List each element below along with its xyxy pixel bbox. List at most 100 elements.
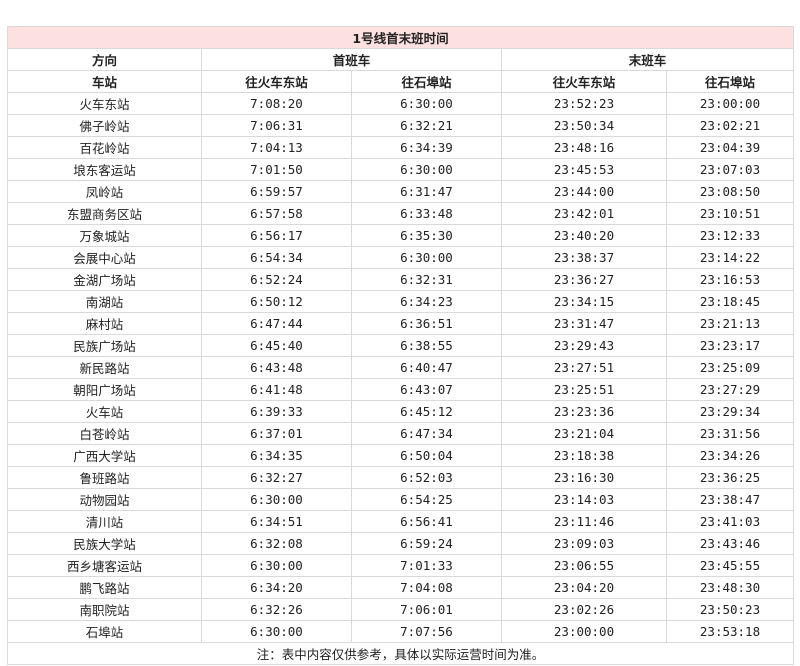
table-row: 会展中心站 6:54:34 6:30:00 23:38:37 23:14:22	[7, 246, 795, 269]
table-row: 万象城站 6:56:17 6:35:30 23:40:20 23:12:33	[7, 224, 795, 247]
cell-last-dir-b: 23:21:13	[665, 312, 795, 335]
cell-station: 埌东客运站	[7, 158, 202, 181]
header-row-direction: 方向 首班车 末班车	[7, 48, 795, 71]
cell-first-dir-b: 6:40:47	[351, 356, 502, 379]
cell-station: 石埠站	[7, 620, 202, 643]
cell-last-dir-a: 23:42:01	[501, 202, 667, 225]
table-row: 南湖站 6:50:12 6:34:23 23:34:15 23:18:45	[7, 290, 795, 313]
cell-station: 动物园站	[7, 488, 202, 511]
cell-first-dir-b: 6:45:12	[351, 400, 502, 423]
title-row: 1号线首末班时间	[6, 26, 795, 49]
table-row: 民族广场站 6:45:40 6:38:55 23:29:43 23:23:17	[7, 334, 795, 357]
cell-last-dir-b: 23:12:33	[665, 224, 795, 247]
cell-first-dir-b: 6:52:03	[351, 466, 502, 489]
cell-last-dir-b: 23:34:26	[665, 444, 795, 467]
cell-last-dir-a: 23:29:43	[501, 334, 667, 357]
cell-first-dir-b: 6:34:39	[351, 136, 502, 159]
cell-first-dir-b: 6:47:34	[351, 422, 502, 445]
cell-last-dir-a: 23:23:36	[501, 400, 667, 423]
cell-first-dir-b: 6:38:55	[351, 334, 502, 357]
cell-station: 佛子岭站	[7, 114, 202, 137]
table-title: 1号线首末班时间	[6, 26, 795, 49]
cell-first-dir-a: 6:52:24	[201, 268, 352, 291]
table-row: 广西大学站 6:34:35 6:50:04 23:18:38 23:34:26	[7, 444, 795, 467]
cell-last-dir-b: 23:23:17	[665, 334, 795, 357]
cell-station: 鹏飞路站	[7, 576, 202, 599]
cell-last-dir-b: 23:16:53	[665, 268, 795, 291]
table-row: 火车东站 7:08:20 6:30:00 23:52:23 23:00:00	[7, 92, 795, 115]
table-row: 西乡塘客运站 6:30:00 7:01:33 23:06:55 23:45:55	[7, 554, 795, 577]
header-row-station: 车站 往火车东站 往石埠站 往火车东站 往石埠站	[7, 70, 795, 93]
cell-last-dir-b: 23:00:00	[665, 92, 795, 115]
cell-last-dir-a: 23:16:30	[501, 466, 667, 489]
cell-last-dir-a: 23:06:55	[501, 554, 667, 577]
cell-first-dir-b: 6:34:23	[351, 290, 502, 313]
cell-last-dir-a: 23:52:23	[501, 92, 667, 115]
cell-first-dir-a: 7:08:20	[201, 92, 352, 115]
cell-first-dir-a: 6:54:34	[201, 246, 352, 269]
cell-first-dir-b: 6:35:30	[351, 224, 502, 247]
header-first-dir-a: 往火车东站	[201, 70, 352, 93]
cell-first-dir-b: 7:06:01	[351, 598, 502, 621]
table-row: 火车站 6:39:33 6:45:12 23:23:36 23:29:34	[7, 400, 795, 423]
footnote: 注：表中内容仅供参考，具体以实际运营时间为准。	[6, 642, 795, 665]
cell-station: 麻村站	[7, 312, 202, 335]
cell-last-dir-a: 23:36:27	[501, 268, 667, 291]
header-last-dir-b: 往石埠站	[665, 70, 795, 93]
cell-last-dir-b: 23:27:29	[665, 378, 795, 401]
cell-first-dir-b: 6:50:04	[351, 444, 502, 467]
cell-last-dir-a: 23:04:20	[501, 576, 667, 599]
header-station: 车站	[7, 70, 202, 93]
cell-last-dir-a: 23:48:16	[501, 136, 667, 159]
cell-station: 会展中心站	[7, 246, 202, 269]
cell-first-dir-a: 6:30:00	[201, 620, 352, 643]
table-row: 白苍岭站 6:37:01 6:47:34 23:21:04 23:31:56	[7, 422, 795, 445]
cell-station: 鲁班路站	[7, 466, 202, 489]
header-first-train: 首班车	[201, 48, 502, 71]
cell-first-dir-b: 6:32:21	[351, 114, 502, 137]
cell-last-dir-b: 23:08:50	[665, 180, 795, 203]
cell-last-dir-b: 23:18:45	[665, 290, 795, 313]
cell-first-dir-b: 6:33:48	[351, 202, 502, 225]
cell-station: 南职院站	[7, 598, 202, 621]
table-row: 凤岭站 6:59:57 6:31:47 23:44:00 23:08:50	[7, 180, 795, 203]
cell-first-dir-a: 7:01:50	[201, 158, 352, 181]
table-row: 清川站 6:34:51 6:56:41 23:11:46 23:41:03	[7, 510, 795, 533]
cell-last-dir-b: 23:04:39	[665, 136, 795, 159]
table-row: 民族大学站 6:32:08 6:59:24 23:09:03 23:43:46	[7, 532, 795, 555]
table-row: 动物园站 6:30:00 6:54:25 23:14:03 23:38:47	[7, 488, 795, 511]
cell-last-dir-b: 23:45:55	[665, 554, 795, 577]
cell-station: 南湖站	[7, 290, 202, 313]
cell-first-dir-a: 6:45:40	[201, 334, 352, 357]
cell-station: 火车东站	[7, 92, 202, 115]
cell-first-dir-b: 6:54:25	[351, 488, 502, 511]
cell-last-dir-a: 23:09:03	[501, 532, 667, 555]
cell-last-dir-b: 23:31:56	[665, 422, 795, 445]
cell-first-dir-b: 6:30:00	[351, 246, 502, 269]
cell-last-dir-b: 23:07:03	[665, 158, 795, 181]
cell-last-dir-b: 23:43:46	[665, 532, 795, 555]
cell-last-dir-b: 23:53:18	[665, 620, 795, 643]
cell-first-dir-b: 6:36:51	[351, 312, 502, 335]
cell-last-dir-a: 23:02:26	[501, 598, 667, 621]
header-last-dir-a: 往火车东站	[501, 70, 667, 93]
cell-last-dir-b: 23:36:25	[665, 466, 795, 489]
table-row: 南职院站 6:32:26 7:06:01 23:02:26 23:50:23	[7, 598, 795, 621]
cell-first-dir-a: 6:39:33	[201, 400, 352, 423]
table-row: 百花岭站 7:04:13 6:34:39 23:48:16 23:04:39	[7, 136, 795, 159]
table-row: 埌东客运站 7:01:50 6:30:00 23:45:53 23:07:03	[7, 158, 795, 181]
table-row: 金湖广场站 6:52:24 6:32:31 23:36:27 23:16:53	[7, 268, 795, 291]
table-row: 朝阳广场站 6:41:48 6:43:07 23:25:51 23:27:29	[7, 378, 795, 401]
table-row: 鹏飞路站 6:34:20 7:04:08 23:04:20 23:48:30	[7, 576, 795, 599]
cell-first-dir-b: 6:30:00	[351, 92, 502, 115]
cell-first-dir-a: 6:43:48	[201, 356, 352, 379]
cell-station: 西乡塘客运站	[7, 554, 202, 577]
cell-station: 东盟商务区站	[7, 202, 202, 225]
cell-first-dir-a: 6:37:01	[201, 422, 352, 445]
cell-station: 万象城站	[7, 224, 202, 247]
cell-first-dir-a: 6:50:12	[201, 290, 352, 313]
cell-station: 百花岭站	[7, 136, 202, 159]
cell-last-dir-b: 23:29:34	[665, 400, 795, 423]
header-last-train: 末班车	[500, 48, 795, 71]
cell-first-dir-a: 6:32:27	[201, 466, 352, 489]
